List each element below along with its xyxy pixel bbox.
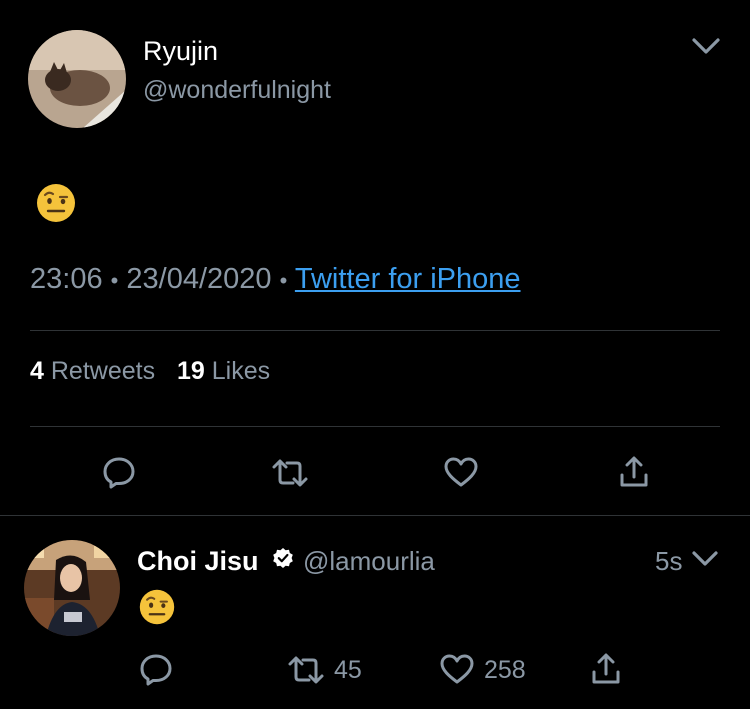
- reply-retweet-count[interactable]: 45: [334, 656, 362, 685]
- like-count[interactable]: 19: [177, 357, 205, 385]
- main-tweet-author-handle[interactable]: @wonderfulnight: [143, 76, 331, 105]
- tweet-time: 23:06: [30, 263, 103, 295]
- divider: [30, 426, 720, 427]
- meta-separator: •: [279, 268, 288, 293]
- reply-author-handle[interactable]: @lamourlia: [303, 546, 435, 577]
- section-divider: [0, 515, 750, 516]
- reply-chevron-down-icon[interactable]: [691, 550, 719, 568]
- reply-share-icon[interactable]: [591, 652, 621, 686]
- meta-separator: •: [110, 268, 119, 293]
- reply-like-count[interactable]: 258: [484, 656, 526, 685]
- retweet-label[interactable]: Retweets: [51, 357, 155, 385]
- tweet-date: 23/04/2020: [126, 263, 272, 295]
- reply-like-icon[interactable]: [439, 653, 475, 685]
- like-label[interactable]: Likes: [212, 357, 270, 385]
- retweet-count[interactable]: 4: [30, 357, 44, 385]
- divider: [30, 330, 720, 331]
- reply-tweet-avatar[interactable]: [24, 540, 120, 636]
- retweet-icon[interactable]: [271, 458, 309, 488]
- reply-reply-icon[interactable]: [139, 652, 173, 686]
- reply-raised-eyebrow-emoji-icon: [138, 588, 176, 626]
- main-tweet-meta: 23:06 • 23/04/2020 • Twitter for iPhone: [30, 263, 521, 296]
- reply-age[interactable]: 5s: [655, 546, 682, 577]
- reply-icon[interactable]: [102, 455, 136, 489]
- main-tweet-avatar[interactable]: [28, 30, 126, 128]
- main-tweet-author-name[interactable]: Ryujin: [143, 36, 218, 67]
- like-icon[interactable]: [443, 456, 479, 488]
- verified-badge-icon: [272, 547, 294, 574]
- tweet-source-link[interactable]: Twitter for iPhone: [295, 263, 521, 295]
- chevron-down-icon[interactable]: [691, 36, 721, 56]
- reply-retweet-icon[interactable]: [287, 655, 325, 685]
- raised-eyebrow-emoji-icon: [35, 182, 77, 224]
- reply-author-name[interactable]: Choi Jisu: [137, 546, 259, 577]
- engagement-counts: 4 Retweets 19 Likes: [30, 357, 270, 386]
- share-icon[interactable]: [619, 455, 649, 489]
